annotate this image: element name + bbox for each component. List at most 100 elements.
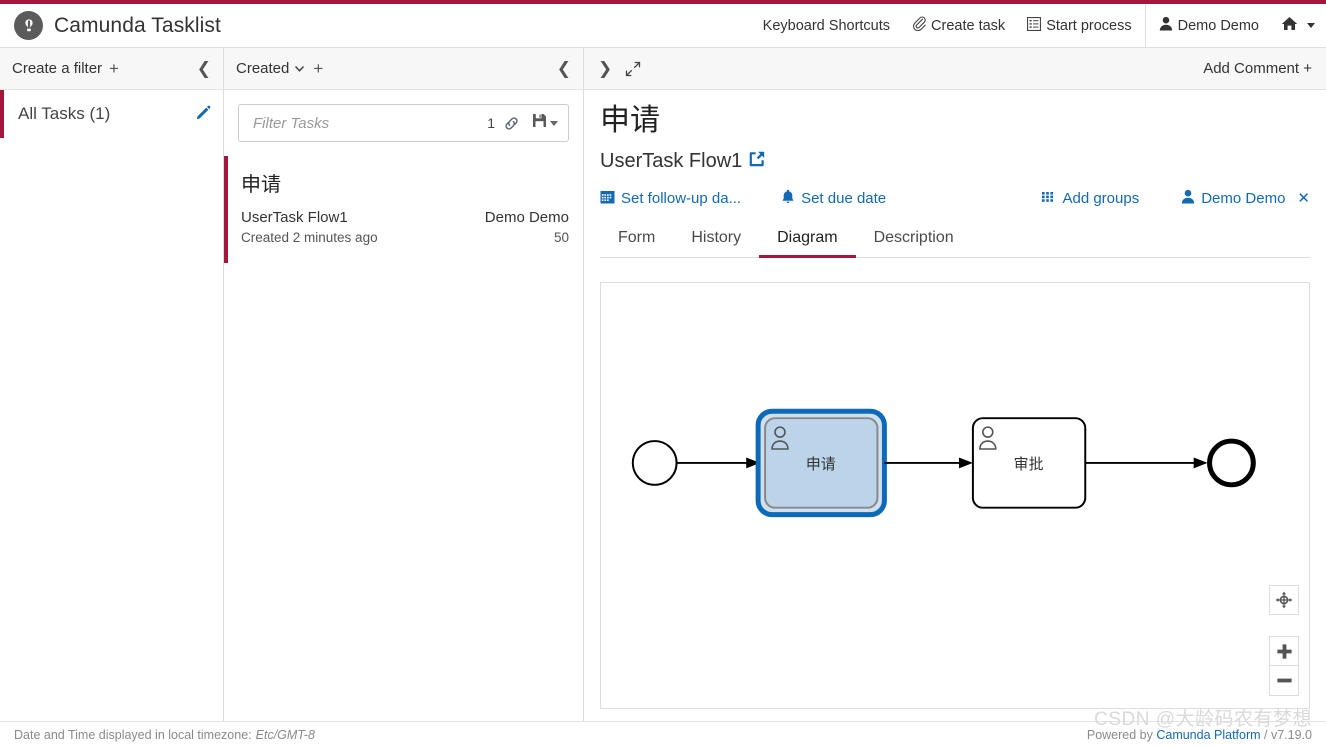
reset-zoom-button[interactable] [1269, 585, 1299, 615]
filter-label: All Tasks (1) [18, 104, 111, 123]
person-icon [1159, 16, 1173, 35]
task-search-area: 1 [224, 90, 583, 156]
chevron-left-icon[interactable]: ❮ [557, 60, 571, 77]
platform-version: / v7.19.0 [1260, 727, 1312, 742]
task-meta-secondary: Created 2 minutes ago 50 [241, 230, 569, 245]
filters-panel-header: Create a filter + ❮ [0, 48, 223, 90]
start-process-label: Start process [1046, 17, 1132, 34]
home-icon [1281, 16, 1298, 35]
process-name-label: UserTask Flow1 [600, 149, 743, 172]
sort-by-label[interactable]: Created [236, 60, 289, 77]
task-list-header: Created + ❮ [224, 48, 583, 90]
task-actions: Set follow-up da... Set due date Add gro… [600, 189, 1310, 208]
powered-by: Powered by Camunda Platform / v7.19.0 [1087, 728, 1312, 742]
header-actions: Keyboard Shortcuts Create task Start pro… [752, 3, 1326, 48]
set-due-date-label: Set due date [801, 189, 887, 207]
home-menu[interactable] [1270, 4, 1326, 47]
filters-panel: Create a filter + ❮ All Tasks (1) [0, 48, 224, 721]
timezone-note: Date and Time displayed in local timezon… [14, 727, 252, 742]
result-count: 1 [487, 115, 495, 131]
start-process-button[interactable]: Start process [1016, 4, 1142, 47]
app-footer: Date and Time displayed in local timezon… [0, 721, 1326, 747]
task-process-name: UserTask Flow1 [241, 209, 348, 226]
link-icon[interactable] [503, 115, 520, 132]
task-detail-header: ❯ Add Comment + [584, 48, 1326, 90]
main-body: Create a filter + ❮ All Tasks (1) Create… [0, 48, 1326, 721]
create-filter-label[interactable]: Create a filter [12, 60, 102, 77]
zoom-in-button[interactable] [1269, 636, 1299, 666]
task-meta-primary: UserTask Flow1 Demo Demo [241, 209, 569, 226]
task-detail-panel: ❯ Add Comment + 申请 UserTask Flow1 Set fo… [584, 48, 1326, 721]
search-input[interactable] [251, 113, 484, 133]
list-item[interactable]: 申请 UserTask Flow1 Demo Demo Created 2 mi… [224, 156, 583, 263]
keyboard-shortcuts-button[interactable]: Keyboard Shortcuts [752, 4, 901, 47]
bpmn-flow-arrow [1193, 456, 1208, 468]
grid-icon [1041, 189, 1056, 208]
app-header: Camunda Tasklist Keyboard Shortcuts Crea… [0, 3, 1326, 48]
chevron-down-icon [550, 120, 558, 126]
bpmn-start-event[interactable] [631, 439, 678, 486]
save-filter-button[interactable] [532, 113, 558, 133]
bpmn-diagram-svg: 申请 审批 [631, 408, 1256, 517]
calendar-icon [600, 189, 615, 208]
add-sort-plus-icon[interactable]: + [313, 59, 323, 79]
bpmn-flow-arrow [958, 456, 973, 468]
add-groups-label: Add groups [1062, 189, 1140, 207]
task-list-panel: Created + ❮ 1 [224, 48, 584, 721]
list-icon [1027, 16, 1042, 35]
expand-arrows-icon[interactable] [625, 61, 641, 77]
diagram-zoom-controls [1269, 585, 1299, 696]
camunda-c-logo-icon [14, 11, 43, 40]
header-divider [1144, 3, 1146, 48]
sidebar-item-all-tasks[interactable]: All Tasks (1) [0, 90, 223, 138]
close-x-icon[interactable]: ✕ [1297, 189, 1310, 207]
bpmn-end-event[interactable] [1207, 438, 1256, 487]
bpmn-diagram-canvas[interactable]: 申请 审批 [600, 281, 1310, 709]
chevron-down-icon[interactable] [293, 62, 306, 75]
bpmn-task-label: 审批 [1014, 455, 1044, 472]
detail-tabs: Form History Diagram Description [600, 224, 1310, 258]
tab-diagram[interactable]: Diagram [759, 224, 856, 258]
task-assignee: Demo Demo [484, 209, 569, 226]
bell-icon [781, 189, 795, 208]
add-groups-button[interactable]: Add groups [1041, 189, 1139, 208]
set-due-date-button[interactable]: Set due date [781, 189, 886, 208]
tasklist-app: Camunda Tasklist Keyboard Shortcuts Crea… [0, 0, 1326, 747]
plus-icon [1276, 643, 1293, 660]
set-follow-up-date-label: Set follow-up da... [621, 189, 742, 207]
person-icon [1181, 189, 1195, 208]
bpmn-user-task[interactable]: 审批 [971, 416, 1087, 509]
create-filter-plus-icon[interactable]: + [109, 59, 119, 79]
user-menu[interactable]: Demo Demo [1148, 4, 1270, 47]
page-title: 申请 [600, 104, 660, 137]
floppy-disk-icon [532, 113, 547, 133]
powered-by-prefix: Powered by [1086, 727, 1157, 742]
user-name-label: Demo Demo [1177, 17, 1259, 34]
chevron-down-icon [1307, 23, 1315, 28]
bpmn-user-task-selected[interactable]: 申请 [755, 408, 887, 517]
brand[interactable]: Camunda Tasklist [14, 11, 221, 40]
camunda-platform-link[interactable]: Camunda Platform [1156, 728, 1260, 742]
add-comment-button[interactable]: Add Comment + [1203, 60, 1312, 77]
minus-icon [1276, 672, 1293, 689]
keyboard-shortcuts-label: Keyboard Shortcuts [762, 17, 891, 34]
task-search-box: 1 [238, 104, 569, 142]
paperclip-icon [912, 16, 926, 35]
chevron-left-icon[interactable]: ❮ [197, 60, 211, 77]
app-title: Camunda Tasklist [54, 13, 221, 37]
assignee-label: Demo Demo [1201, 189, 1286, 207]
zoom-out-button[interactable] [1269, 666, 1299, 696]
set-follow-up-date-button[interactable]: Set follow-up da... [600, 189, 741, 208]
timezone-value: Etc/GMT-8 [255, 727, 315, 742]
chevron-right-icon[interactable]: ❯ [598, 60, 612, 77]
bpmn-task-label: 申请 [806, 455, 836, 472]
pencil-icon[interactable] [196, 105, 211, 123]
assignee-button[interactable]: Demo Demo [1181, 189, 1285, 208]
external-link-icon[interactable] [749, 150, 765, 173]
create-task-button[interactable]: Create task [901, 4, 1016, 47]
task-detail-body: 申请 UserTask Flow1 Set follow-up da... Se… [584, 90, 1326, 721]
tab-history[interactable]: History [673, 224, 759, 258]
tab-description[interactable]: Description [856, 224, 972, 258]
tab-form[interactable]: Form [600, 224, 673, 258]
create-task-label: Create task [931, 17, 1006, 34]
